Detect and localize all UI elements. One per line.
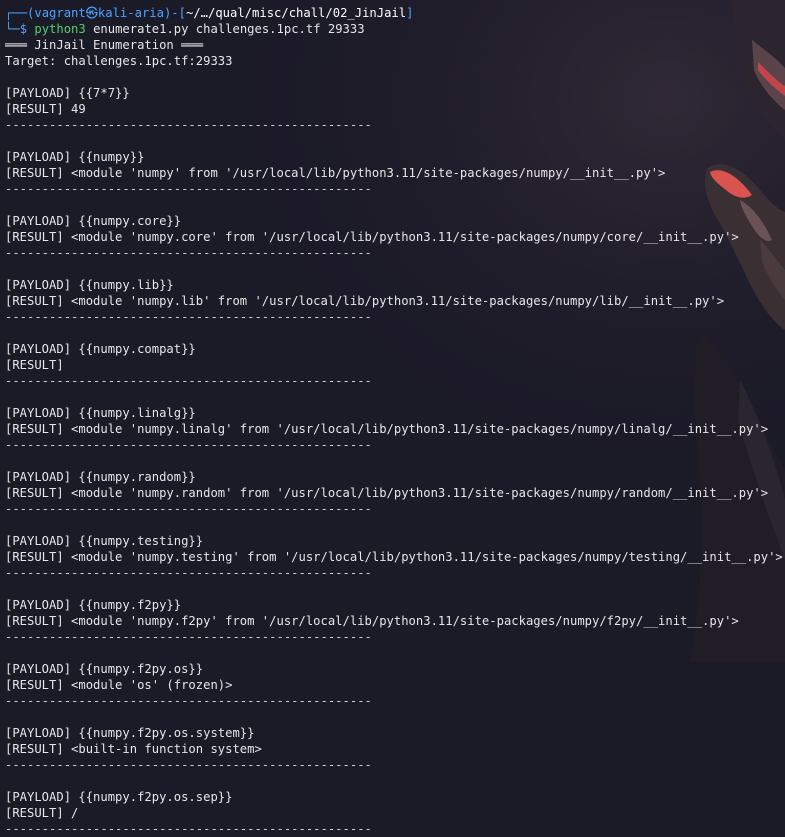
separator-line: ----------------------------------------… bbox=[5, 758, 372, 772]
prompt-corner-top: ┌──( bbox=[5, 6, 35, 20]
payload-line: [PAYLOAD] {{numpy.f2py}} bbox=[5, 598, 182, 612]
separator-line: ----------------------------------------… bbox=[5, 566, 372, 580]
result-line: [RESULT] <module 'numpy.core' from '/usr… bbox=[5, 230, 739, 244]
entry: [PAYLOAD] {{numpy.testing}} [RESULT] <mo… bbox=[5, 533, 785, 597]
prompt-path: ~/…/qual/misc/chall/02_JinJail bbox=[185, 6, 407, 20]
payload-line: [PAYLOAD] {{numpy.testing}} bbox=[5, 534, 204, 548]
payload-line: [PAYLOAD] {{numpy.f2py.os.system}} bbox=[5, 726, 255, 740]
entry: [PAYLOAD] {{numpy.core}} [RESULT] <modul… bbox=[5, 213, 785, 277]
result-line: [RESULT] <module 'numpy.linalg' from '/u… bbox=[5, 422, 769, 436]
result-line: [RESULT] <module 'numpy.random' from '/u… bbox=[5, 486, 769, 500]
prompt-dollar: $ bbox=[19, 22, 35, 36]
command-args: enumerate1.py challenges.1pc.tf 29333 bbox=[85, 22, 365, 36]
entry: [PAYLOAD] {{numpy}} [RESULT] <module 'nu… bbox=[5, 149, 785, 213]
payload-line: [PAYLOAD] {{7*7}} bbox=[5, 86, 130, 100]
command-name: python3 bbox=[34, 22, 86, 36]
entry: [PAYLOAD] {{numpy.f2py.os.sep}} [RESULT]… bbox=[5, 789, 785, 837]
entry: [PAYLOAD] {{numpy.linalg}} [RESULT] <mod… bbox=[5, 405, 785, 469]
prompt-host: kali-aria bbox=[97, 6, 164, 20]
separator-line: ----------------------------------------… bbox=[5, 118, 372, 132]
entry: [PAYLOAD] {{numpy.lib}} [RESULT] <module… bbox=[5, 277, 785, 341]
payload-line: [PAYLOAD] {{numpy.compat}} bbox=[5, 342, 196, 356]
payload-line: [PAYLOAD] {{numpy.core}} bbox=[5, 214, 182, 228]
prompt-user: vagrant bbox=[34, 6, 86, 20]
separator-line: ----------------------------------------… bbox=[5, 182, 372, 196]
entry: [PAYLOAD] {{numpy.f2py.os.system}} [RESU… bbox=[5, 725, 785, 789]
prompt-at-symbol: ㉿ bbox=[85, 6, 98, 20]
payload-line: [PAYLOAD] {{numpy.random}} bbox=[5, 470, 196, 484]
prompt-bracket-open: )-[ bbox=[163, 6, 186, 20]
entry: [PAYLOAD] {{7*7}} [RESULT] 49 ----------… bbox=[5, 85, 785, 149]
output-entries: [PAYLOAD] {{7*7}} [RESULT] 49 ----------… bbox=[5, 85, 785, 837]
entry: [PAYLOAD] {{numpy.f2py}} [RESULT] <modul… bbox=[5, 597, 785, 661]
result-line: [RESULT] <module 'numpy.lib' from '/usr/… bbox=[5, 294, 725, 308]
result-line: [RESULT] <module 'numpy.f2py' from '/usr… bbox=[5, 614, 739, 628]
payload-line: [PAYLOAD] {{numpy.f2py.os}} bbox=[5, 662, 204, 676]
entry: [PAYLOAD] {{numpy.random}} [RESULT] <mod… bbox=[5, 469, 785, 533]
separator-line: ----------------------------------------… bbox=[5, 694, 372, 708]
payload-line: [PAYLOAD] {{numpy.f2py.os.sep}} bbox=[5, 790, 233, 804]
separator-line: ----------------------------------------… bbox=[5, 502, 372, 516]
result-line: [RESULT] <built-in function system> bbox=[5, 742, 262, 756]
result-line: [RESULT] <module 'os' (frozen)> bbox=[5, 678, 233, 692]
result-line: [RESULT] <module 'numpy' from '/usr/loca… bbox=[5, 166, 666, 180]
result-line: [RESULT] bbox=[5, 358, 64, 372]
entry: [PAYLOAD] {{numpy.f2py.os}} [RESULT] <mo… bbox=[5, 661, 785, 725]
prompt-line-1: ┌──(vagrant㉿kali-aria)-[~/…/qual/misc/ch… bbox=[5, 5, 785, 21]
payload-line: [PAYLOAD] {{numpy.lib}} bbox=[5, 278, 174, 292]
entry: [PAYLOAD] {{numpy.compat}} [RESULT] ----… bbox=[5, 341, 785, 405]
terminal-window[interactable]: ┌──(vagrant㉿kali-aria)-[~/…/qual/misc/ch… bbox=[0, 0, 785, 836]
result-line: [RESULT] <module 'numpy.testing' from '/… bbox=[5, 550, 783, 564]
separator-line: ----------------------------------------… bbox=[5, 822, 372, 836]
separator-line: ----------------------------------------… bbox=[5, 310, 372, 324]
prompt-line-2: └─$ python3 enumerate1.py challenges.1pc… bbox=[5, 21, 785, 37]
payload-line: [PAYLOAD] {{numpy}} bbox=[5, 150, 145, 164]
result-line: [RESULT] 49 bbox=[5, 102, 86, 116]
result-line: [RESULT] / bbox=[5, 806, 79, 820]
separator-line: ----------------------------------------… bbox=[5, 630, 372, 644]
separator-line: ----------------------------------------… bbox=[5, 246, 372, 260]
banner-line: ═══ JinJail Enumeration ═══ bbox=[5, 38, 204, 52]
target-line: Target: challenges.1pc.tf:29333 bbox=[5, 54, 233, 68]
prompt-corner-bottom: └─ bbox=[5, 22, 20, 36]
separator-line: ----------------------------------------… bbox=[5, 438, 372, 452]
payload-line: [PAYLOAD] {{numpy.linalg}} bbox=[5, 406, 196, 420]
separator-line: ----------------------------------------… bbox=[5, 374, 372, 388]
prompt-bracket-close: ] bbox=[406, 6, 414, 20]
